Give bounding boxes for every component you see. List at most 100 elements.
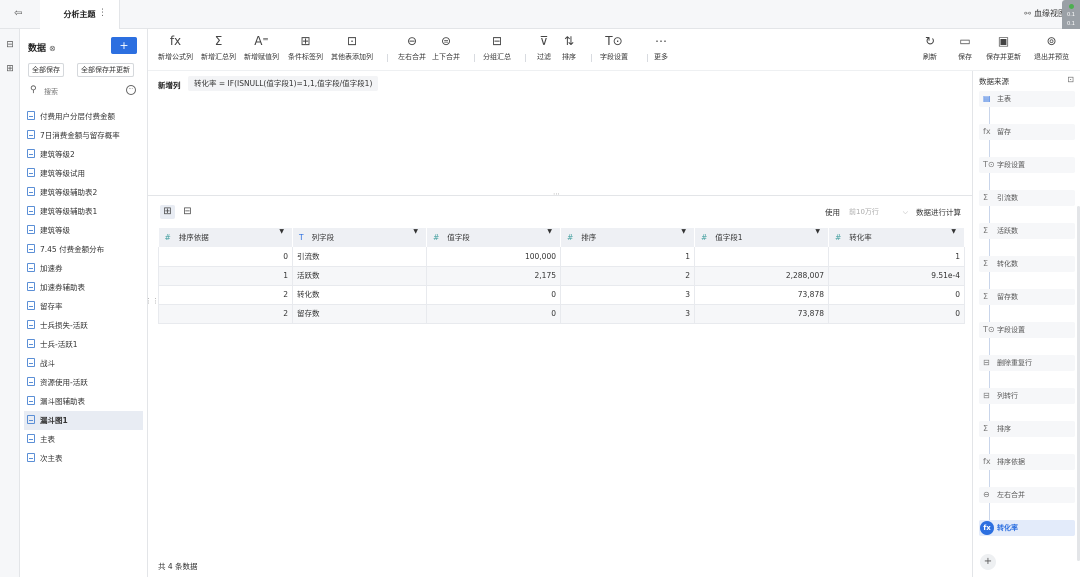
table-cell[interactable]: 1 [158, 266, 293, 286]
column-dropdown-icon[interactable]: ▼ [547, 228, 552, 235]
save-all-update-button[interactable]: 全部保存并更新 [77, 63, 134, 77]
table-cell[interactable]: 2,288,007 [694, 266, 829, 286]
more-dots-icon[interactable]: ⋮ [98, 8, 107, 18]
list-item[interactable]: 建筑等级 [24, 221, 143, 240]
table-cell[interactable]: 2,175 [426, 266, 561, 286]
more-button[interactable]: ⋯ 更多 [654, 33, 668, 62]
formula-box[interactable]: 转化率 = IF(ISNULL(值字段1)=1,1,值字段/值字段1) [188, 76, 379, 91]
flow-step[interactable]: Σ 排序 [979, 421, 1075, 437]
list-item[interactable]: 建筑等级辅助表2 [24, 183, 143, 202]
column-header[interactable]: # 排序 ▼ [560, 228, 695, 247]
table-cell[interactable]: 0 [158, 247, 293, 267]
list-item[interactable]: 7日消费金额与留存概率 [24, 126, 143, 145]
list-item[interactable]: 战斗 [24, 354, 143, 373]
list-item[interactable]: 建筑等级试用 [24, 164, 143, 183]
column-header[interactable]: # 转化率 ▼ [828, 228, 965, 247]
list-item[interactable]: 付费用户分层付费金额 [24, 107, 143, 126]
filter-button[interactable]: ⊽ 过滤 [537, 33, 551, 62]
flow-step[interactable]: ⊟ 列转行 [979, 388, 1075, 404]
flow-step[interactable]: Σ 留存数 [979, 289, 1075, 305]
table-cell[interactable]: 2 [158, 304, 293, 324]
list-item[interactable]: 次主表 [24, 449, 143, 468]
expand-icon[interactable]: ⊡ [1067, 75, 1074, 84]
flow-step[interactable]: ⊟ 删除重复行 [979, 355, 1075, 371]
flow-step[interactable]: T⊙ 字段设置 [979, 322, 1075, 338]
save-update-button[interactable]: ▣ 保存并更新 [986, 33, 1021, 62]
table-cell[interactable]: 3 [560, 304, 695, 324]
field-settings-button[interactable]: T⊙ 字段设置 [600, 33, 628, 62]
new-formula-column-button[interactable]: fx 新增公式列 [158, 33, 193, 62]
grid-view-icon[interactable]: ⊞ [160, 205, 175, 219]
splitter-grip-icon[interactable]: ⋯ [553, 190, 560, 198]
other-table-column-button[interactable]: ⊡ 其他表添加列 [331, 33, 373, 62]
top-bottom-merge-button[interactable]: ⊜ 上下合并 [432, 33, 460, 62]
column-header[interactable]: # 排序依据 ▼ [158, 228, 293, 247]
list-item[interactable]: 加速券辅助表 [24, 278, 143, 297]
list-item[interactable]: 漏斗图1 [24, 411, 143, 430]
column-dropdown-icon[interactable]: ▼ [279, 228, 284, 235]
table-cell[interactable]: 2 [560, 266, 695, 286]
flow-step[interactable]: Σ 转化数 [979, 256, 1075, 272]
condition-tag-column-button[interactable]: ⊞ 条件标签列 [288, 33, 323, 62]
list-item[interactable]: 建筑等级2 [24, 145, 143, 164]
flow-step[interactable]: Σ 活跃数 [979, 223, 1075, 239]
flow-step[interactable]: ▤ 主表 [979, 91, 1075, 107]
table-cell[interactable]: 73,878 [694, 285, 829, 305]
sort-button[interactable]: ⇅ 排序 [562, 33, 576, 62]
flow-step[interactable]: fx 转化率 [979, 520, 1075, 536]
list-item[interactable]: 士兵-活跃1 [24, 335, 143, 354]
table-cell[interactable]: 活跃数 [292, 266, 427, 286]
flow-step[interactable]: ⊖ 左右合并 [979, 487, 1075, 503]
column-header[interactable]: # 值字段1 ▼ [694, 228, 829, 247]
table-cell[interactable]: 1 [828, 247, 965, 267]
column-dropdown-icon[interactable]: ▼ [413, 228, 418, 235]
table-cell[interactable]: 100,000 [426, 247, 561, 267]
group-summary-button[interactable]: ⊟ 分组汇总 [483, 33, 511, 62]
list-item[interactable]: 留存率 [24, 297, 143, 316]
left-right-merge-button[interactable]: ⊖ 左右合并 [398, 33, 426, 62]
flow-step[interactable]: fx 留存 [979, 124, 1075, 140]
table-cell[interactable]: 9.51e-4 [828, 266, 965, 286]
column-dropdown-icon[interactable]: ▼ [815, 228, 820, 235]
add-step-button[interactable]: + [980, 554, 996, 570]
table-cell[interactable]: 2 [158, 285, 293, 305]
component-rail-icon[interactable]: ⊞ [4, 64, 16, 76]
table-cell[interactable]: 引流数 [292, 247, 427, 267]
column-header[interactable]: # 值字段 ▼ [426, 228, 561, 247]
column-header[interactable]: T 列字段 ▼ [292, 228, 427, 247]
settings-icon[interactable]: ⊗ [49, 44, 56, 53]
table-cell[interactable]: 留存数 [292, 304, 427, 324]
table-cell[interactable]: 转化数 [292, 285, 427, 305]
list-item[interactable]: 主表 [24, 430, 143, 449]
new-summary-column-button[interactable]: Σ 新增汇总列 [201, 33, 236, 62]
more-options-icon[interactable]: ⋯ [126, 85, 136, 95]
list-item[interactable]: 建筑等级辅助表1 [24, 202, 143, 221]
save-button[interactable]: ▭ 保存 [958, 33, 972, 62]
detail-view-icon[interactable]: ⊟ [180, 205, 195, 219]
save-all-button[interactable]: 全部保存 [28, 63, 64, 77]
table-cell[interactable]: 0 [828, 285, 965, 305]
table-cell[interactable]: 3 [560, 285, 695, 305]
panel-splitter[interactable]: ⋯ [148, 190, 972, 198]
list-item[interactable]: 资源使用-活跃 [24, 373, 143, 392]
refresh-button[interactable]: ↻ 刷新 [923, 33, 937, 62]
flow-step[interactable]: fx 排序依据 [979, 454, 1075, 470]
list-item[interactable]: 加速券 [24, 259, 143, 278]
table-cell[interactable]: 0 [426, 304, 561, 324]
flow-step[interactable]: T⊙ 字段设置 [979, 157, 1075, 173]
table-cell[interactable] [694, 247, 829, 267]
list-item[interactable]: 漏斗图辅助表 [24, 392, 143, 411]
add-data-button[interactable]: + [111, 37, 137, 54]
column-dropdown-icon[interactable]: ▼ [681, 228, 686, 235]
tab-analysis-topic[interactable]: 分析主题 [40, 0, 120, 29]
exit-preview-button[interactable]: ⊚ 退出并预览 [1034, 33, 1069, 62]
exit-icon[interactable]: ⇦ [14, 8, 28, 20]
vertical-grip-icon[interactable]: ⋮⋮ [145, 297, 159, 305]
list-item[interactable]: 7.45 付费金额分布 [24, 240, 143, 259]
table-cell[interactable]: 73,878 [694, 304, 829, 324]
lineage-view-button[interactable]: ⚯ 血缘视图 [1024, 8, 1066, 19]
table-cell[interactable]: 0 [426, 285, 561, 305]
table-cell[interactable]: 1 [560, 247, 695, 267]
new-assign-column-button[interactable]: A⁼ 新增赋值列 [244, 33, 279, 62]
search-input[interactable] [44, 85, 114, 99]
